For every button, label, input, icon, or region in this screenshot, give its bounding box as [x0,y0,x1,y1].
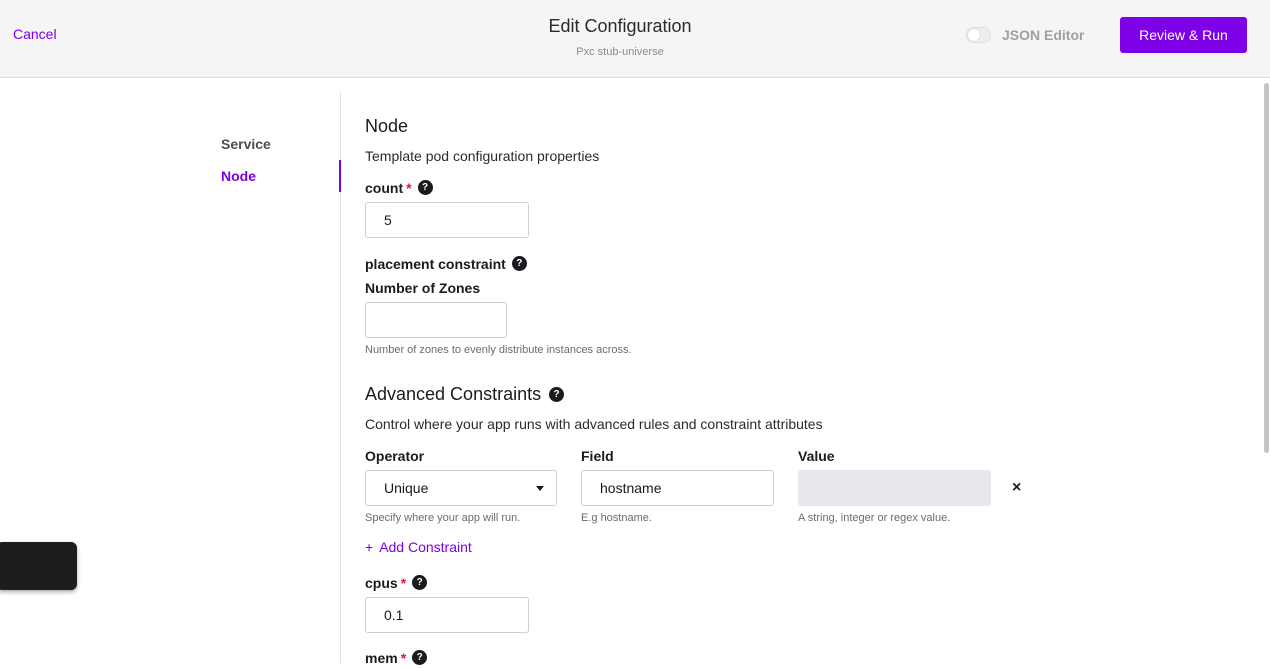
count-input[interactable]: 5 [365,202,529,238]
help-icon[interactable]: ? [549,387,565,403]
advanced-title-row: Advanced Constraints? [365,384,565,405]
help-icon[interactable]: ? [412,650,428,666]
operator-column-label: Operator [365,448,425,464]
sidebar-active-indicator [339,160,341,192]
help-icon[interactable]: ? [417,180,433,196]
caret-down-icon [536,486,544,491]
count-label-row: count *? [365,180,433,198]
zones-hint: Number of zones to evenly distribute ins… [365,344,632,356]
number-of-zones-label: Number of Zones [365,280,481,296]
mem-label: mem [365,650,398,666]
json-editor-toggle[interactable] [966,27,991,43]
help-icon[interactable]: ? [412,575,428,591]
advanced-description: Control where your app runs with advance… [365,416,823,432]
cpus-label-row: cpus *? [365,575,428,593]
plus-icon: + [365,539,374,555]
required-marker: * [400,575,407,591]
value-input[interactable] [798,470,991,506]
remove-constraint-icon[interactable]: × [1012,478,1021,498]
operator-hint: Specify where your app will run. [365,512,521,524]
notification-toast[interactable] [0,542,77,590]
field-hint: E.g hostname. [581,512,652,524]
json-editor-label: JSON Editor [1002,27,1085,43]
help-icon[interactable]: ? [511,256,527,272]
placement-label-row: placement constraint? [365,256,527,274]
cpus-label: cpus [365,575,398,591]
page-subtitle: Pxc stub-universe [576,46,664,58]
scrollbar-thumb[interactable] [1264,83,1269,453]
required-marker: * [400,650,407,666]
section-title-node: Node [365,116,409,136]
value-column-label: Value [798,448,835,464]
top-bar: Cancel Edit Configuration Pxc stub-unive… [0,0,1270,78]
review-and-run-button[interactable]: Review & Run [1120,17,1247,53]
mem-label-row: mem *? [365,650,428,668]
required-marker: * [406,180,412,196]
value-hint: A string, integer or regex value. [798,512,951,524]
add-constraint-link[interactable]: + Add Constraint [365,539,472,555]
section-title-advanced: Advanced Constraints [365,384,542,404]
cpus-input[interactable]: 0.1 [365,597,529,633]
operator-select[interactable]: Unique [365,470,557,506]
operator-selected-value: Unique [384,480,429,496]
placement-constraint-label: placement constraint [365,256,506,272]
add-constraint-label: Add Constraint [379,539,472,555]
count-label: count [365,180,404,196]
sidebar-item-service[interactable]: Service [221,136,271,152]
scrollbar[interactable] [1260,80,1270,663]
field-input[interactable]: hostname [581,470,774,506]
number-of-zones-input[interactable] [365,302,507,338]
field-column-label: Field [581,448,614,464]
toggle-knob [968,29,980,41]
sidebar-item-node[interactable]: Node [221,168,256,184]
section-description: Template pod configuration properties [365,148,600,164]
